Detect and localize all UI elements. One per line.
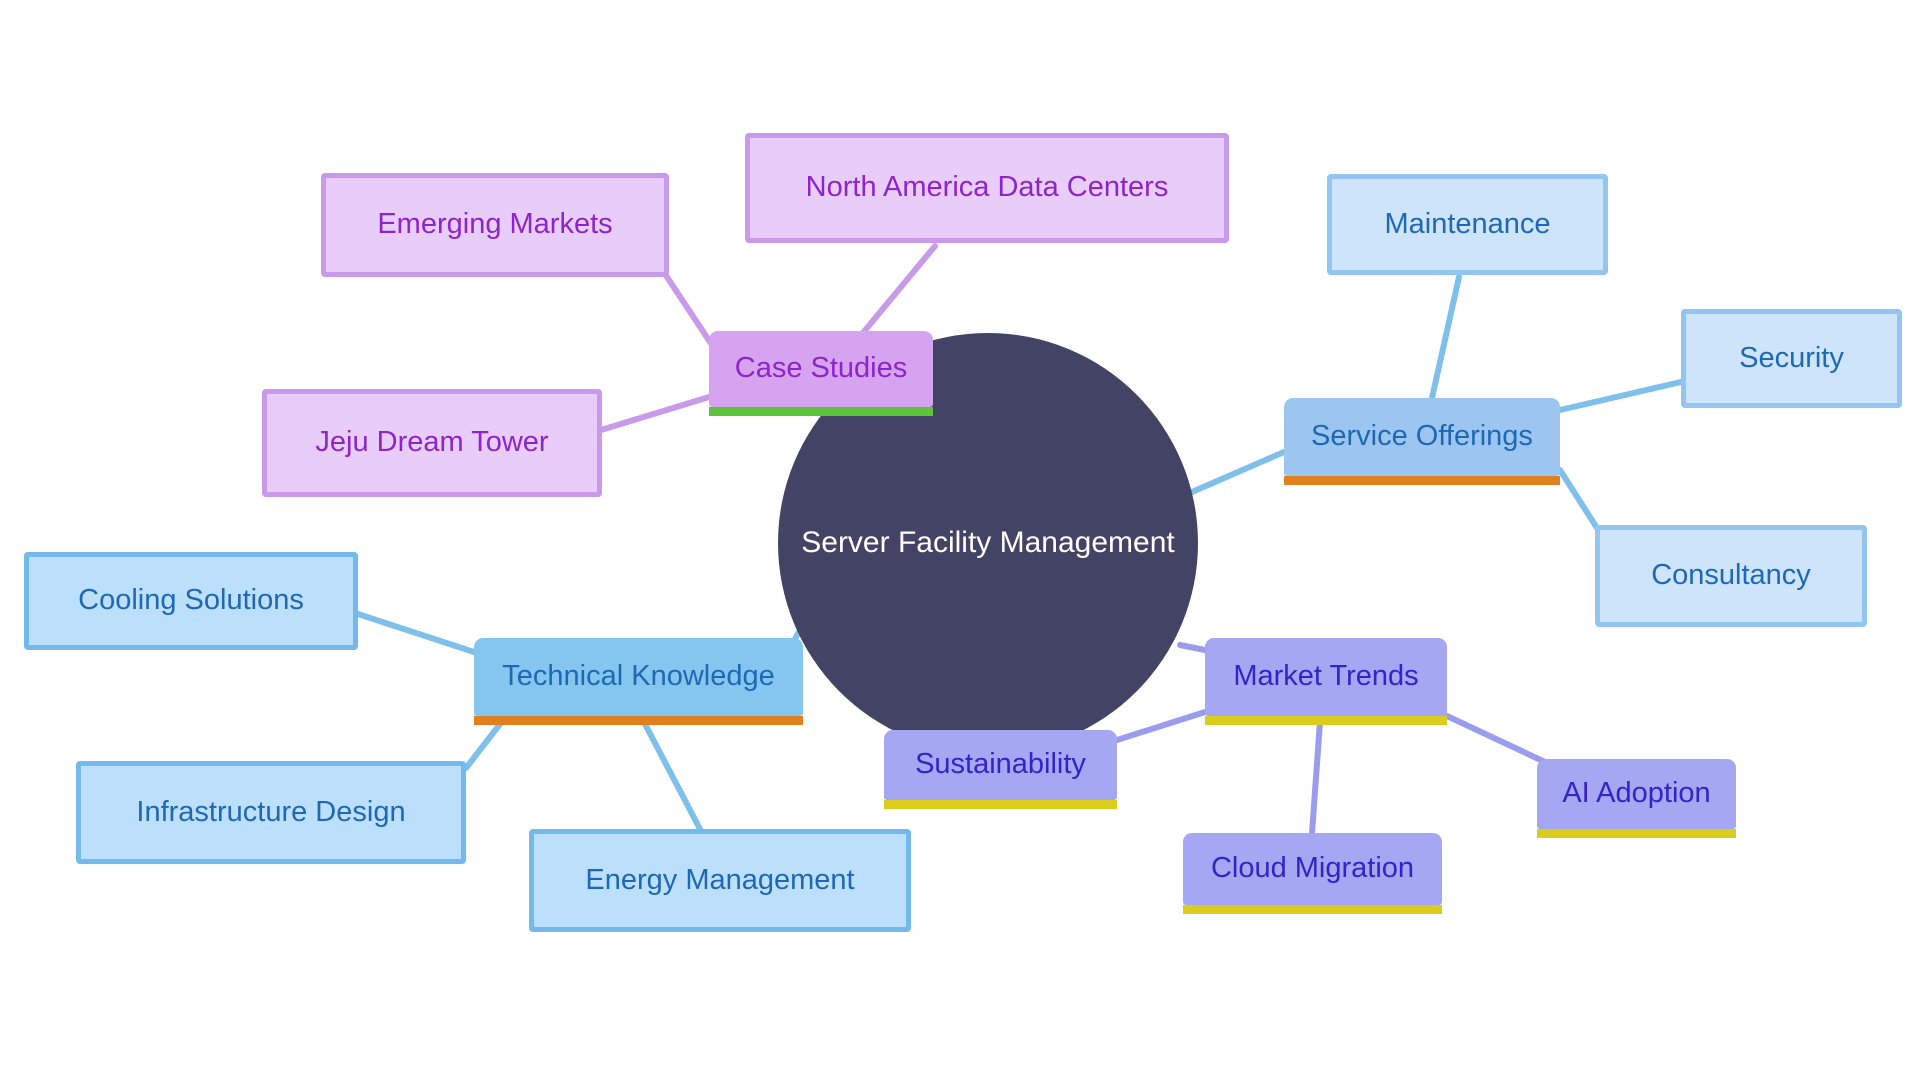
- leaf-node-security[interactable]: Security: [1681, 309, 1902, 408]
- branch-accent-bar: [709, 407, 933, 416]
- branch-node-market-trends[interactable]: Market Trends: [1205, 638, 1447, 725]
- branch-node-label: Sustainability: [915, 748, 1086, 781]
- edge-root-to-market-trends: [1177, 642, 1208, 653]
- leaf-node-cooling-solutions[interactable]: Cooling Solutions: [24, 552, 358, 650]
- branch-accent-bar: [474, 716, 803, 725]
- branch-node-case-studies[interactable]: Case Studies: [709, 331, 933, 416]
- leaf-node-label: Security: [1739, 341, 1844, 374]
- leaf-node-label: North America Data Centers: [805, 171, 1169, 204]
- branch-node-label: Service Offerings: [1311, 420, 1533, 453]
- edge-service-offerings-to-security: [1557, 379, 1684, 413]
- branch-node-ai-adoption[interactable]: AI Adoption: [1537, 759, 1736, 838]
- edge-technical-knowledge-to-infrastructure-design: [463, 721, 503, 771]
- branch-node-service-offerings[interactable]: Service Offerings: [1284, 398, 1560, 485]
- branch-node-label: Technical Knowledge: [502, 660, 775, 693]
- edge-market-trends-to-ai-adoption: [1444, 713, 1548, 765]
- branch-accent-bar: [884, 800, 1117, 809]
- leaf-node-energy-management[interactable]: Energy Management: [529, 829, 911, 932]
- edge-service-offerings-to-consultancy: [1557, 467, 1600, 531]
- leaf-node-label: Consultancy: [1651, 559, 1811, 592]
- edge-case-studies-to-emerging-markets: [662, 271, 715, 348]
- branch-accent-bar: [1537, 829, 1736, 838]
- edge-case-studies-to-north-america-data-centers: [859, 243, 938, 337]
- leaf-node-label: Maintenance: [1384, 207, 1551, 240]
- branch-accent-bar: [1284, 476, 1560, 485]
- leaf-node-label: Energy Management: [585, 863, 855, 896]
- root-node-label: Server Facility Management: [801, 525, 1175, 559]
- leaf-node-jeju-dream-tower[interactable]: Jeju Dream Tower: [262, 389, 602, 497]
- leaf-node-consultancy[interactable]: Consultancy: [1595, 525, 1867, 627]
- edge-case-studies-to-jeju-dream-tower: [598, 394, 712, 433]
- leaf-node-north-america-data-centers[interactable]: North America Data Centers: [745, 133, 1229, 243]
- edge-sustainability-to-market-trends: [1114, 709, 1208, 743]
- edge-technical-knowledge-to-cooling-solutions: [355, 611, 477, 655]
- leaf-node-emerging-markets[interactable]: Emerging Markets: [321, 173, 669, 277]
- branch-node-technical-knowledge[interactable]: Technical Knowledge: [474, 638, 803, 725]
- leaf-node-label: Emerging Markets: [377, 208, 613, 241]
- branch-node-cloud-migration[interactable]: Cloud Migration: [1183, 833, 1442, 914]
- mindmap-canvas: Server Facility Management Case Studies Em…: [0, 0, 1920, 1080]
- branch-node-label: Cloud Migration: [1210, 852, 1415, 885]
- edge-root-to-service-offerings: [1189, 449, 1287, 495]
- leaf-node-label: Infrastructure Design: [136, 795, 406, 828]
- branch-accent-bar: [1183, 905, 1442, 914]
- leaf-node-label: Jeju Dream Tower: [315, 426, 549, 459]
- leaf-node-infrastructure-design[interactable]: Infrastructure Design: [76, 761, 466, 864]
- branch-node-label: Case Studies: [734, 352, 908, 385]
- edge-market-trends-to-cloud-migration: [1309, 719, 1323, 836]
- branch-node-label: AI Adoption: [1562, 777, 1711, 810]
- edge-technical-knowledge-to-energy-management: [642, 721, 703, 832]
- leaf-node-maintenance[interactable]: Maintenance: [1327, 174, 1608, 275]
- edge-service-offerings-to-maintenance: [1429, 274, 1462, 401]
- leaf-node-label: Cooling Solutions: [78, 584, 304, 617]
- branch-accent-bar: [1205, 716, 1447, 725]
- branch-node-label: Market Trends: [1233, 660, 1419, 693]
- branch-node-sustainability[interactable]: Sustainability: [884, 730, 1117, 809]
